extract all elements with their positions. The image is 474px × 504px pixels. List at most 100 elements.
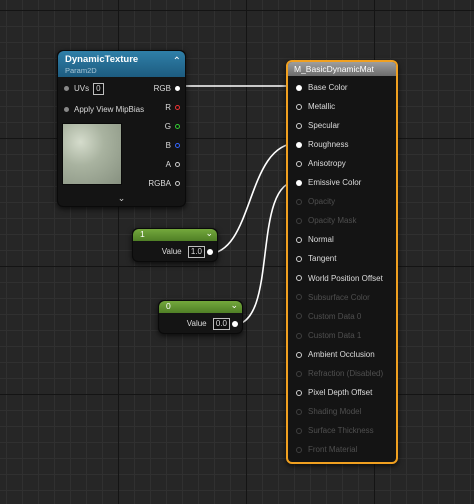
material-result-node[interactable]: M_BasicDynamicMat Base Color Metallic Spec…	[286, 60, 398, 464]
input-label-specular: Specular	[308, 121, 340, 131]
input-pin-refraction-disabled	[296, 370, 302, 377]
output-b-label: B	[165, 141, 171, 150]
apply-view-mipbias-input[interactable]: Apply View MipBias	[64, 105, 144, 114]
texture-node-title: DynamicTexture	[65, 54, 139, 65]
collapse-chevron-icon[interactable]: ⌃	[173, 56, 181, 67]
input-label-refraction-disabled: Refraction (Disabled)	[308, 368, 384, 378]
material-input-ambient-occlusion[interactable]: Ambient Occlusion	[296, 350, 375, 359]
uvs-label: UVs	[74, 84, 90, 93]
material-input-base-color[interactable]: Base Color	[296, 83, 348, 92]
constant-0-title: 0	[166, 301, 171, 311]
input-label-pixel-depth-offset: Pixel Depth Offset	[308, 387, 373, 397]
mipbias-label: Apply View MipBias	[74, 105, 145, 114]
input-label-normal: Normal	[308, 235, 334, 245]
material-input-opacity: Opacity	[296, 197, 335, 206]
output-r-label: R	[165, 103, 171, 112]
chevron-down-icon[interactable]: ⌄	[205, 228, 213, 239]
input-label-tangent: Tangent	[308, 254, 337, 264]
dynamic-texture-node[interactable]: DynamicTexture Param2D ⌃ UVs 0 Apply View…	[57, 50, 186, 207]
input-pin-roughness[interactable]	[296, 142, 302, 149]
material-input-specular[interactable]: Specular	[296, 121, 340, 130]
rgb-pin[interactable]	[175, 86, 180, 92]
material-node-header[interactable]: M_BasicDynamicMat	[288, 62, 396, 76]
input-label-opacity: Opacity	[308, 197, 336, 207]
constant-1-node[interactable]: 1 ⌄ Value 1.0	[132, 228, 218, 262]
material-input-roughness[interactable]: Roughness	[296, 140, 348, 149]
input-label-shading-model: Shading Model	[308, 406, 362, 416]
input-pin-opacity	[296, 199, 302, 206]
texture-node-header[interactable]: DynamicTexture Param2D ⌃	[58, 51, 185, 77]
constant-0-value-field[interactable]: 0.0	[212, 318, 230, 330]
input-label-emissive-color: Emissive Color	[308, 178, 362, 188]
uvs-input[interactable]: UVs 0	[64, 83, 104, 95]
input-label-world-position-offset: World Position Offset	[308, 273, 383, 283]
rgba-pin[interactable]	[175, 181, 180, 187]
material-input-custom-data-1: Custom Data 1	[296, 331, 361, 340]
material-input-custom-data-0: Custom Data 0	[296, 312, 361, 321]
output-a[interactable]: A	[166, 160, 180, 169]
chevron-down-icon[interactable]: ⌄	[230, 300, 238, 311]
wire-const1-to-roughness	[206, 142, 299, 255]
constant-0-output-pin[interactable]	[232, 321, 238, 327]
material-input-tangent[interactable]: Tangent	[296, 254, 336, 263]
constant-1-value-row: Value 1.0	[162, 246, 205, 258]
input-pin-normal[interactable]	[296, 237, 302, 244]
input-pin-front-material	[296, 446, 302, 453]
input-pin-pixel-depth-offset[interactable]	[296, 389, 302, 396]
output-r[interactable]: R	[165, 103, 180, 112]
input-pin-ambient-occlusion[interactable]	[296, 351, 302, 358]
input-label-custom-data-0: Custom Data 0	[308, 311, 362, 321]
constant-0-value-label: Value	[186, 319, 207, 328]
output-rgba[interactable]: RGBA	[148, 179, 180, 188]
output-b[interactable]: B	[166, 141, 180, 150]
material-input-opacity-mask: Opacity Mask	[296, 216, 356, 225]
input-pin-custom-data-1	[296, 332, 302, 339]
input-pin-opacity-mask	[296, 218, 302, 225]
input-pin-tangent[interactable]	[296, 256, 302, 263]
mipbias-pin[interactable]	[64, 107, 69, 113]
g-pin[interactable]	[175, 124, 180, 130]
input-pin-specular[interactable]	[296, 122, 302, 129]
chevron-down-icon[interactable]: ⌄	[58, 193, 185, 204]
input-label-opacity-mask: Opacity Mask	[308, 216, 357, 226]
constant-1-header[interactable]: 1 ⌄	[133, 228, 217, 241]
uvs-pin[interactable]	[64, 86, 69, 92]
uvs-value-field[interactable]: 0	[93, 83, 104, 95]
constant-1-title: 1	[140, 229, 145, 239]
input-label-subsurface-color: Subsurface Color	[308, 292, 370, 302]
input-pin-custom-data-0	[296, 313, 302, 320]
material-input-metallic[interactable]: Metallic	[296, 102, 335, 111]
input-pin-emissive-color[interactable]	[296, 180, 302, 187]
a-pin[interactable]	[175, 162, 180, 168]
input-pin-shading-model	[296, 408, 302, 415]
constant-1-output-pin[interactable]	[207, 249, 213, 255]
input-pin-metallic[interactable]	[296, 103, 302, 110]
material-input-emissive-color[interactable]: Emissive Color	[296, 178, 361, 187]
input-pin-base-color[interactable]	[296, 84, 302, 91]
constant-0-node[interactable]: 0 ⌄ Value 0.0	[158, 300, 243, 334]
output-rgba-label: RGBA	[148, 179, 171, 188]
output-rgb[interactable]: RGB	[154, 84, 180, 93]
material-input-refraction-disabled: Refraction (Disabled)	[296, 369, 383, 378]
r-pin[interactable]	[175, 105, 180, 111]
constant-0-header[interactable]: 0 ⌄	[159, 300, 242, 313]
output-g[interactable]: G	[165, 122, 180, 131]
input-label-anisotropy: Anisotropy	[308, 159, 346, 169]
constant-1-value-label: Value	[161, 247, 182, 256]
input-pin-subsurface-color	[296, 294, 302, 301]
material-input-pixel-depth-offset[interactable]: Pixel Depth Offset	[296, 388, 372, 397]
input-pin-world-position-offset[interactable]	[296, 275, 302, 282]
output-rgb-label: RGB	[153, 84, 171, 93]
material-input-subsurface-color: Subsurface Color	[296, 293, 370, 302]
output-a-label: A	[165, 160, 171, 169]
input-label-surface-thickness: Surface Thickness	[308, 425, 374, 435]
input-label-roughness: Roughness	[308, 140, 349, 150]
constant-1-value-field[interactable]: 1.0	[187, 246, 205, 258]
material-input-anisotropy[interactable]: Anisotropy	[296, 159, 346, 168]
input-label-base-color: Base Color	[308, 83, 348, 92]
b-pin[interactable]	[175, 143, 180, 149]
material-input-normal[interactable]: Normal	[296, 235, 334, 244]
input-label-ambient-occlusion: Ambient Occlusion	[308, 349, 375, 359]
material-input-world-position-offset[interactable]: World Position Offset	[296, 274, 383, 283]
input-pin-anisotropy[interactable]	[296, 161, 302, 168]
